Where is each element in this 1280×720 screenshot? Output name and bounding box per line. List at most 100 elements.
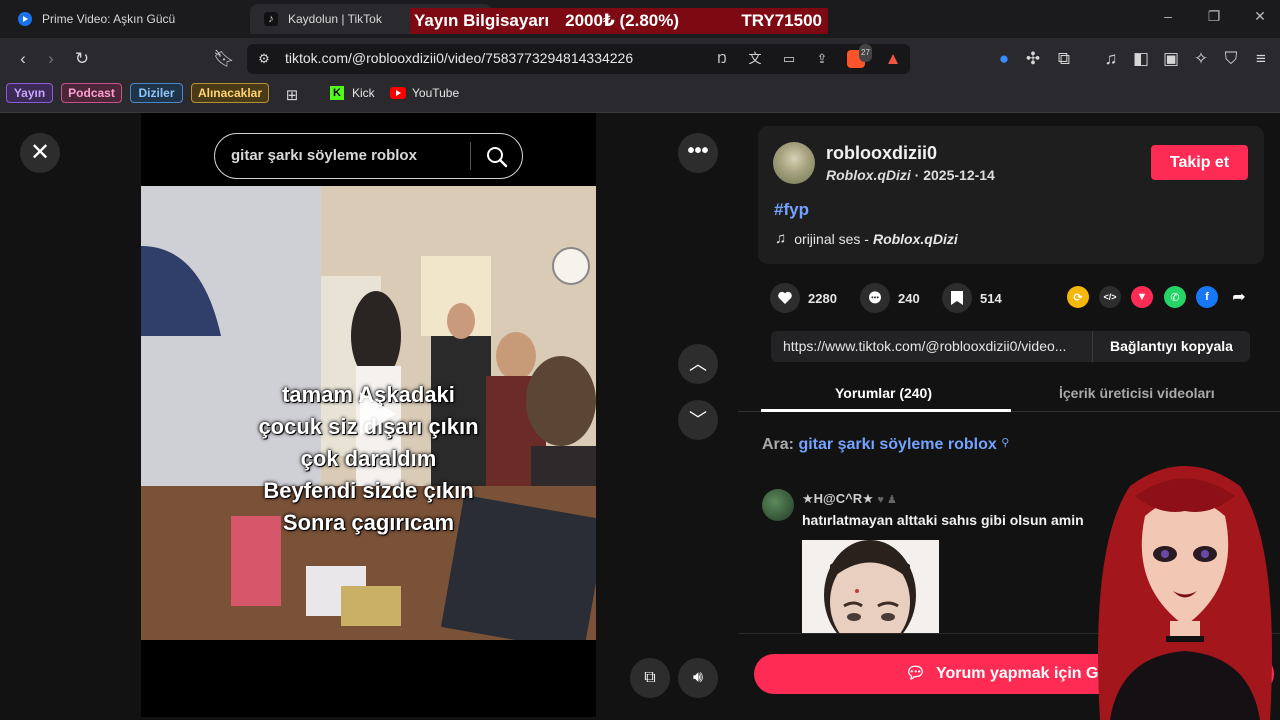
repost-icon[interactable]: ⟳ — [1067, 286, 1089, 308]
dot-separator: · — [914, 167, 924, 183]
translate-icon[interactable]: 文 — [744, 48, 766, 70]
volume-icon[interactable]: 🔊︎ — [678, 658, 718, 698]
creator-nickname: Roblox.qDizi — [826, 167, 911, 183]
tiktok-icon: ♪ — [264, 12, 278, 26]
kick-icon: K — [330, 86, 344, 100]
site-info-icon[interactable]: ⚙ — [253, 48, 275, 70]
comment-icon — [860, 283, 890, 313]
share-arrow-icon[interactable]: ➦ — [1228, 286, 1250, 308]
comment-author[interactable]: ★H@C^R★ ♥ ♟ — [802, 491, 897, 507]
video-player[interactable]: tamam Aşkadaki çocuk siz dışarı çıkın ço… — [141, 186, 596, 640]
creator-username[interactable]: roblooxdizii0 — [826, 143, 937, 164]
related-search-term: gitar şarkı söyleme roblox — [798, 436, 997, 453]
bookmark-podcast[interactable]: Podcast — [61, 83, 122, 103]
streamer-avatar-overlay — [1098, 466, 1272, 720]
bookmark-label: Kick — [352, 86, 375, 100]
reload-icon[interactable]: ↻ — [71, 48, 93, 70]
comment-count: 240 — [898, 290, 920, 306]
follow-button[interactable]: Takip et — [1151, 145, 1248, 180]
bookmark-youtube[interactable]: YouTube — [390, 86, 459, 100]
stream-ticker: Yayın Bilgisayarı 2000₺ (2.80%) TRY71500 — [410, 8, 828, 34]
cast-icon[interactable]: ▭ — [778, 48, 800, 70]
comment-image[interactable] — [802, 540, 939, 633]
heart-emoji-icon: ♥ ♟ — [877, 494, 897, 506]
reader-icon[interactable]: Ŋ — [711, 48, 733, 70]
search-icon[interactable] — [485, 145, 509, 169]
media-icon[interactable]: ♫ — [1100, 48, 1122, 70]
screenshot-icon[interactable]: ⧉ — [1053, 48, 1075, 70]
brave-rewards-icon[interactable]: ▲ — [882, 48, 904, 70]
maximize-icon[interactable]: ❐ — [1204, 8, 1224, 25]
pip-icon[interactable]: ⧉ — [630, 658, 670, 698]
apps-grid-icon[interactable]: ⊞ — [281, 85, 303, 107]
hashtag-link[interactable]: #fyp — [774, 200, 809, 220]
ticker-price: 2000₺ (2.80%) — [565, 11, 680, 30]
bookmark-alinacaklar[interactable]: Alınacaklar — [191, 83, 269, 103]
tab-title: Prime Video: Aşkın Gücü — [42, 12, 176, 26]
heart-icon — [770, 283, 800, 313]
caption-line: çok daraldım — [300, 446, 437, 471]
search-small-icon: ⚲ — [1001, 437, 1010, 449]
bookmark-diziler[interactable]: Diziler — [130, 83, 183, 103]
vpn-icon[interactable]: ⛉ — [1220, 48, 1242, 70]
minimize-icon[interactable]: – — [1158, 8, 1178, 24]
facebook-icon[interactable]: f — [1196, 286, 1218, 308]
sidebar-icon[interactable]: ◧ — [1130, 48, 1152, 70]
more-options-button[interactable]: ••• — [678, 133, 718, 173]
bookmark-label: YouTube — [412, 86, 460, 100]
comment-avatar[interactable] — [762, 489, 794, 521]
brave-shield-icon[interactable]: 27 — [847, 44, 872, 68]
bookmark-yayin[interactable]: Yayın — [6, 83, 53, 103]
music-note-icon: ♫ — [775, 230, 787, 247]
prime-video-icon — [18, 12, 32, 26]
wallet-icon[interactable]: ▣ — [1160, 48, 1182, 70]
tab-prime-video[interactable]: Prime Video: Aşkın Gücü — [4, 4, 244, 34]
play-icon[interactable] — [346, 386, 402, 442]
youtube-icon — [390, 87, 406, 99]
like-stat[interactable]: 2280 — [770, 283, 837, 313]
save-count: 514 — [980, 290, 1002, 306]
creator-avatar[interactable] — [773, 142, 815, 184]
bookmark-kick[interactable]: K Kick — [330, 86, 375, 100]
previous-video-button[interactable]: ︿ — [678, 344, 718, 384]
music-author: Roblox.qDizi — [872, 230, 958, 247]
bookmark-save-icon — [942, 283, 972, 313]
share-page-icon[interactable]: ⇪ — [811, 48, 833, 70]
ticker-goal: TRY71500 — [741, 11, 822, 30]
embed-icon[interactable]: </> — [1099, 286, 1121, 308]
save-stat[interactable]: 514 — [942, 283, 1002, 313]
related-search[interactable]: Ara: gitar şarkı söyleme roblox ⚲ — [762, 436, 1009, 454]
next-video-button[interactable]: ﹀ — [678, 400, 718, 440]
forward-icon[interactable]: › — [40, 48, 62, 70]
search-divider — [470, 142, 471, 170]
shield-count: 27 — [859, 44, 872, 62]
music-prefix: orijinal ses - — [794, 230, 869, 247]
tab-comments[interactable]: Yorumlar (240) — [835, 385, 932, 401]
ticker-label: Yayın Bilgisayarı — [414, 11, 550, 30]
comment-stat[interactable]: 240 — [860, 283, 920, 313]
url-text: tiktok.com/@roblooxdizii0/video/75837732… — [285, 50, 634, 66]
bookmark-icon[interactable]: 🔖︎ — [213, 48, 235, 70]
menu-icon[interactable]: ≡ — [1250, 48, 1272, 70]
extensions-puzzle-icon[interactable]: ✣ — [1022, 48, 1044, 70]
caption-line: Sonra çagırıcam — [282, 510, 455, 535]
music-line[interactable]: ♫ orijinal ses - Roblox.qDizi — [775, 230, 958, 247]
tab-title: Kaydolun | TikTok — [288, 12, 382, 26]
whatsapp-icon[interactable]: ✆ — [1164, 286, 1186, 308]
extension-icon[interactable]: ● — [993, 48, 1015, 70]
comment-author-name: ★H@C^R★ — [802, 491, 874, 506]
tab-creator-videos[interactable]: İçerik üreticisi videoları — [1059, 385, 1215, 401]
comment-photo — [802, 540, 939, 633]
back-icon[interactable]: ‹ — [12, 48, 34, 70]
post-date: 2025-12-14 — [923, 167, 995, 183]
caption-line: Beyfendi sizde çıkın — [263, 478, 474, 503]
close-window-icon[interactable]: ✕ — [1250, 8, 1270, 25]
like-count: 2280 — [808, 290, 837, 306]
close-video-button[interactable]: ✕ — [20, 133, 60, 173]
post-link[interactable]: https://www.tiktok.com/@roblooxdizii0/vi… — [783, 338, 1088, 354]
send-icon[interactable]: ▼ — [1131, 286, 1153, 308]
copy-link-button[interactable]: Bağlantıyı kopyala — [1092, 331, 1250, 362]
video-search-query[interactable]: gitar şarkı söyleme roblox — [231, 147, 417, 164]
related-search-prefix: Ara: — [762, 436, 799, 453]
leo-ai-icon[interactable]: ✧ — [1190, 48, 1212, 70]
